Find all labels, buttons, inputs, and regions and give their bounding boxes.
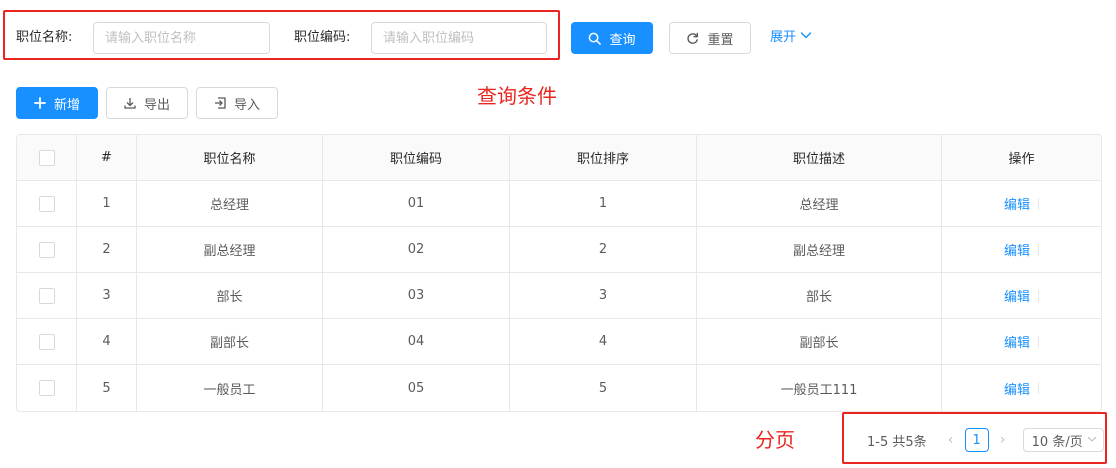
row-position-name: 部长 <box>137 273 323 318</box>
reload-icon <box>686 32 699 45</box>
row-position-desc: 部长 <box>697 273 942 318</box>
position-code-label: 职位编码: <box>294 30 351 45</box>
export-button-label: 导出 <box>143 97 170 113</box>
table-row: 4 副部长 04 4 副部长 编辑 <box>17 319 1101 365</box>
row-position-desc: 总经理 <box>697 181 942 226</box>
chevron-down-icon <box>800 22 812 54</box>
pagination-annotation: 分页 <box>755 428 795 452</box>
row-checkbox[interactable] <box>38 287 55 304</box>
header-position-code: 职位编码 <box>323 135 510 180</box>
query-button-label: 查询 <box>609 32 636 48</box>
row-position-name: 一般员工 <box>137 365 323 411</box>
row-actions: 编辑 <box>942 365 1101 411</box>
row-index: 1 <box>77 181 137 226</box>
header-position-name: 职位名称 <box>137 135 323 180</box>
row-select-cell <box>17 227 77 272</box>
position-name-label: 职位名称: <box>16 30 73 45</box>
chevron-down-icon <box>1087 433 1097 448</box>
row-select-cell <box>17 273 77 318</box>
table-header-row: # 职位名称 职位编码 职位排序 职位描述 操作 <box>17 135 1101 181</box>
row-index: 3 <box>77 273 137 318</box>
position-code-input[interactable] <box>371 22 547 54</box>
edit-link[interactable]: 编辑 <box>1004 240 1030 259</box>
row-position-code: 05 <box>323 365 510 411</box>
add-button-label: 新增 <box>53 97 80 113</box>
row-select-cell <box>17 319 77 364</box>
row-position-order: 5 <box>510 365 697 411</box>
row-position-desc: 副部长 <box>697 319 942 364</box>
row-position-order: 3 <box>510 273 697 318</box>
row-checkbox[interactable] <box>38 195 55 212</box>
export-button[interactable]: 导出 <box>106 87 188 119</box>
row-position-order: 4 <box>510 319 697 364</box>
import-button-label: 导入 <box>233 97 260 113</box>
import-icon <box>214 97 226 109</box>
row-actions: 编辑 <box>942 273 1101 318</box>
select-all-checkbox[interactable] <box>38 149 55 166</box>
row-position-name: 副部长 <box>137 319 323 364</box>
page-size-select[interactable]: 10 条/页 <box>1022 428 1104 452</box>
header-actions: 操作 <box>1008 152 1035 167</box>
page-size-value: 10 条/页 <box>1031 434 1083 450</box>
pagination-total: 1-5 共5条 <box>867 434 927 450</box>
row-position-code: 01 <box>323 181 510 226</box>
prev-page-icon[interactable]: ‹ <box>941 432 961 448</box>
expand-label: 展开 <box>770 30 797 45</box>
expand-toggle[interactable]: 展开 <box>770 22 812 54</box>
table-row: 3 部长 03 3 部长 编辑 <box>17 273 1101 319</box>
table-row: 2 副总经理 02 2 副总经理 编辑 <box>17 227 1101 273</box>
row-actions: 编辑 <box>942 181 1101 226</box>
edit-link[interactable]: 编辑 <box>1004 332 1030 351</box>
row-checkbox[interactable] <box>38 333 55 350</box>
download-icon <box>124 97 136 109</box>
header-position-desc: 职位描述 <box>697 135 942 180</box>
row-position-order: 2 <box>510 227 697 272</box>
action-divider <box>1038 289 1039 302</box>
row-index: 5 <box>77 365 137 411</box>
row-checkbox[interactable] <box>38 241 55 258</box>
row-actions: 编辑 <box>942 319 1101 364</box>
row-checkbox[interactable] <box>38 380 55 396</box>
row-index: 2 <box>77 227 137 272</box>
row-position-name: 副总经理 <box>137 227 323 272</box>
row-position-code: 04 <box>323 319 510 364</box>
import-button[interactable]: 导入 <box>196 87 278 119</box>
row-position-desc: 一般员工111 <box>697 365 942 411</box>
edit-link[interactable]: 编辑 <box>1004 194 1030 213</box>
action-divider <box>1038 382 1039 394</box>
action-divider <box>1038 197 1039 210</box>
row-index: 4 <box>77 319 137 364</box>
add-button[interactable]: 新增 <box>16 87 98 119</box>
query-button[interactable]: 查询 <box>571 22 653 54</box>
next-page-icon[interactable]: › <box>993 432 1013 448</box>
action-divider <box>1038 335 1039 348</box>
pagination: 1-5 共5条 ‹ 1 › 10 条/页 <box>867 428 1104 452</box>
edit-link[interactable]: 编辑 <box>1004 286 1030 305</box>
table-row: 1 总经理 01 1 总经理 编辑 <box>17 181 1101 227</box>
query-conditions-annotation: 查询条件 <box>477 84 557 108</box>
header-select-cell <box>17 135 77 180</box>
page-1[interactable]: 1 <box>964 428 989 452</box>
header-index: # <box>77 135 137 180</box>
action-divider <box>1038 243 1039 256</box>
row-position-desc: 副总经理 <box>697 227 942 272</box>
row-position-name: 总经理 <box>137 181 323 226</box>
reset-button-label: 重置 <box>707 32 734 48</box>
row-position-code: 03 <box>323 273 510 318</box>
row-select-cell <box>17 181 77 226</box>
reset-button[interactable]: 重置 <box>669 22 751 54</box>
edit-link[interactable]: 编辑 <box>1004 379 1030 398</box>
header-position-order: 职位排序 <box>510 135 697 180</box>
row-position-order: 1 <box>510 181 697 226</box>
search-icon <box>588 32 602 45</box>
row-actions: 编辑 <box>942 227 1101 272</box>
table-row: 5 一般员工 05 5 一般员工111 编辑 <box>17 365 1101 411</box>
position-table: # 职位名称 职位编码 职位排序 职位描述 操作 1 总经理 01 1 总经理 … <box>16 134 1102 412</box>
position-name-input[interactable] <box>93 22 270 54</box>
row-position-code: 02 <box>323 227 510 272</box>
plus-icon <box>34 97 46 109</box>
row-select-cell <box>17 365 77 411</box>
